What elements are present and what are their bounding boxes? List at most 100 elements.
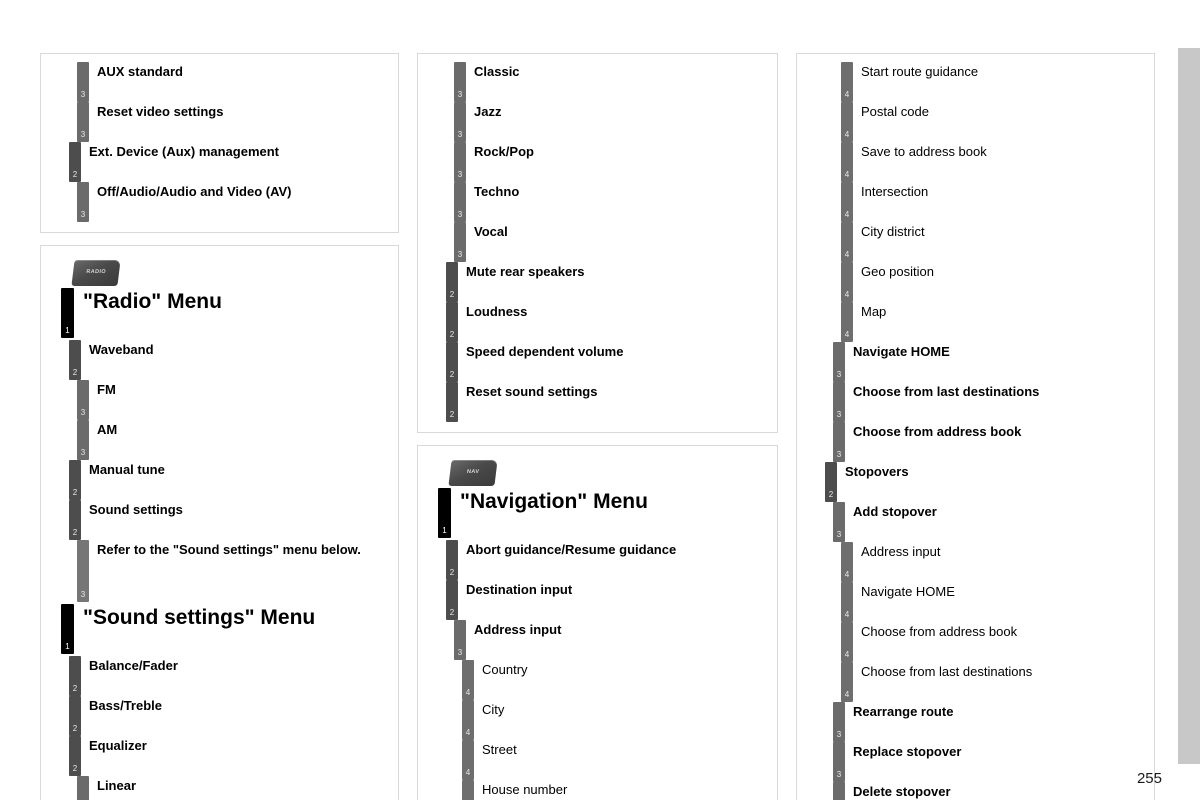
menu-item-row[interactable]: 2 Destination input bbox=[446, 580, 767, 620]
menu-heading-row[interactable]: 1 "Radio" Menu bbox=[61, 288, 388, 340]
level-indicator-bar: 2 bbox=[446, 540, 458, 580]
level-number: 3 bbox=[457, 250, 463, 259]
level-number: 4 bbox=[844, 290, 850, 299]
menu-item-label: House number bbox=[482, 782, 568, 797]
menu-heading-row[interactable]: 1 "Sound settings" Menu bbox=[61, 604, 388, 656]
menu-item-row[interactable]: 3 Reset video settings bbox=[77, 102, 388, 142]
menu-item-row[interactable]: 4 Choose from address book bbox=[841, 622, 1144, 662]
menu-item-row[interactable]: 4 Country bbox=[462, 660, 767, 700]
menu-item-row[interactable]: 3 Choose from address book bbox=[833, 422, 1144, 462]
level-indicator-bar: 2 bbox=[69, 460, 81, 500]
menu-item-row[interactable]: 4 City bbox=[462, 700, 767, 740]
menu-item-row[interactable]: 3 Delete stopover bbox=[833, 782, 1144, 800]
menu-item-label: Choose from address book bbox=[861, 624, 1018, 639]
menu-item-row[interactable]: 2 Balance/Fader bbox=[69, 656, 388, 696]
menu-item-row[interactable]: 2 Reset sound settings bbox=[446, 382, 767, 422]
menu-item-row[interactable]: 4 Street bbox=[462, 740, 767, 780]
menu-item-row[interactable]: 2 Sound settings bbox=[69, 500, 388, 540]
menu-item-label: Jazz bbox=[474, 104, 502, 119]
level-number: 4 bbox=[844, 250, 850, 259]
menu-item-row[interactable]: 3 Navigate HOME bbox=[833, 342, 1144, 382]
menu-item-label: Start route guidance bbox=[861, 64, 979, 79]
level-number: 2 bbox=[72, 528, 78, 537]
menu-heading-label: "Navigation" Menu bbox=[460, 490, 648, 513]
menu-item-row[interactable]: 3 AUX standard bbox=[77, 62, 388, 102]
menu-item-row[interactable]: 3 Replace stopover bbox=[833, 742, 1144, 782]
level-number: 3 bbox=[457, 210, 463, 219]
menu-item-row[interactable]: 3 AM bbox=[77, 420, 388, 460]
menu-item-row[interactable]: 3 FM bbox=[77, 380, 388, 420]
level-number: 3 bbox=[80, 90, 86, 99]
menu-item-row[interactable]: 3 Choose from last destinations bbox=[833, 382, 1144, 422]
menu-item-row[interactable]: 3 Techno bbox=[454, 182, 767, 222]
level-indicator-bar: 1 bbox=[61, 604, 74, 654]
menu-item-row[interactable]: 3 Rock/Pop bbox=[454, 142, 767, 182]
menu-item-row[interactable]: 3 Refer to the "Sound settings" menu belo… bbox=[77, 540, 388, 602]
menu-item-label: Linear bbox=[97, 778, 137, 793]
menu-item-row[interactable]: 2 Bass/Treble bbox=[69, 696, 388, 736]
menu-item-row[interactable]: 4 House number bbox=[462, 780, 767, 800]
level-indicator-bar: 3 bbox=[77, 102, 89, 142]
menu-item-label: Save to address book bbox=[861, 144, 987, 159]
level-indicator-bar: 4 bbox=[841, 542, 853, 582]
menu-item-label: Choose from last destinations bbox=[861, 664, 1033, 679]
menu-item-row[interactable]: 4 City district bbox=[841, 222, 1144, 262]
menu-item-row[interactable]: 2 Equalizer bbox=[69, 736, 388, 776]
level-indicator-bar: 3 bbox=[77, 540, 89, 602]
menu-item-label: Balance/Fader bbox=[89, 658, 178, 673]
nav-button-label: NAV bbox=[466, 469, 480, 475]
menu-item-label: Manual tune bbox=[89, 462, 165, 477]
menu-item-row[interactable]: 3 Add stopover bbox=[833, 502, 1144, 542]
level-number: 2 bbox=[72, 488, 78, 497]
menu-item-row[interactable]: 2 Speed dependent volume bbox=[446, 342, 767, 382]
menu-item-row[interactable]: 2 Loudness bbox=[446, 302, 767, 342]
menu-item-row[interactable]: 2 Abort guidance/Resume guidance bbox=[446, 540, 767, 580]
menu-item-row[interactable]: 3 Vocal bbox=[454, 222, 767, 262]
menu-item-row[interactable]: 4 Choose from last destinations bbox=[841, 662, 1144, 702]
menu-item-row[interactable]: 4 Save to address book bbox=[841, 142, 1144, 182]
video-aux-card: 3 AUX standard 3 Reset video settings 2 Ext. … bbox=[40, 53, 399, 233]
menu-item-row[interactable]: 4 Navigate HOME bbox=[841, 582, 1144, 622]
menu-item-row[interactable]: 4 Geo position bbox=[841, 262, 1144, 302]
menu-item-row[interactable]: 2 Manual tune bbox=[69, 460, 388, 500]
menu-item-label: Mute rear speakers bbox=[466, 264, 585, 279]
menu-item-row[interactable]: 2 Mute rear speakers bbox=[446, 262, 767, 302]
menu-item-row[interactable]: 2 Waveband bbox=[69, 340, 388, 380]
menu-item-label: Destination input bbox=[466, 582, 573, 597]
menu-item-row[interactable]: 3 Address input bbox=[454, 620, 767, 660]
level-indicator-bar: 2 bbox=[446, 302, 458, 342]
level-number: 4 bbox=[844, 90, 850, 99]
menu-item-row[interactable]: 4 Postal code bbox=[841, 102, 1144, 142]
radio-button-label: RADIO bbox=[85, 269, 107, 275]
menu-item-row[interactable]: 4 Intersection bbox=[841, 182, 1144, 222]
menu-item-row[interactable]: 2 Ext. Device (Aux) management bbox=[69, 142, 388, 182]
menu-item-label: Intersection bbox=[861, 184, 929, 199]
menu-item-label: Bass/Treble bbox=[89, 698, 162, 713]
menu-item-row[interactable]: 3 Classic bbox=[454, 62, 767, 102]
level-number: 2 bbox=[449, 370, 455, 379]
menu-item-row[interactable]: 3 Jazz bbox=[454, 102, 767, 142]
menu-item-row[interactable]: 4 Map bbox=[841, 302, 1144, 342]
level-number: 2 bbox=[72, 170, 78, 179]
level-number: 3 bbox=[80, 590, 86, 599]
menu-item-label: Vocal bbox=[474, 224, 508, 239]
column-left: 3 AUX standard 3 Reset video settings 2 Ext. … bbox=[40, 53, 399, 800]
level-number: 3 bbox=[836, 410, 842, 419]
level-indicator-bar: 2 bbox=[446, 342, 458, 382]
menu-item-row[interactable]: 2 Stopovers bbox=[825, 462, 1144, 502]
level-number: 3 bbox=[457, 90, 463, 99]
level-number: 2 bbox=[72, 368, 78, 377]
menu-item-label: Classic bbox=[474, 64, 520, 79]
menu-item-row[interactable]: 3 Off/Audio/Audio and Video (AV) bbox=[77, 182, 388, 222]
menu-item-row[interactable]: 3 Rearrange route bbox=[833, 702, 1144, 742]
menu-item-row[interactable]: 4 Address input bbox=[841, 542, 1144, 582]
level-number: 3 bbox=[836, 730, 842, 739]
level-number: 1 bbox=[65, 642, 70, 651]
menu-item-label: FM bbox=[97, 382, 116, 397]
level-indicator-bar: 3 bbox=[833, 702, 845, 742]
level-number: 4 bbox=[844, 170, 850, 179]
level-number: 1 bbox=[65, 326, 70, 335]
menu-heading-row[interactable]: 1 "Navigation" Menu bbox=[438, 488, 767, 540]
menu-item-row[interactable]: 3 Linear bbox=[77, 776, 388, 800]
menu-item-row[interactable]: 4 Start route guidance bbox=[841, 62, 1144, 102]
